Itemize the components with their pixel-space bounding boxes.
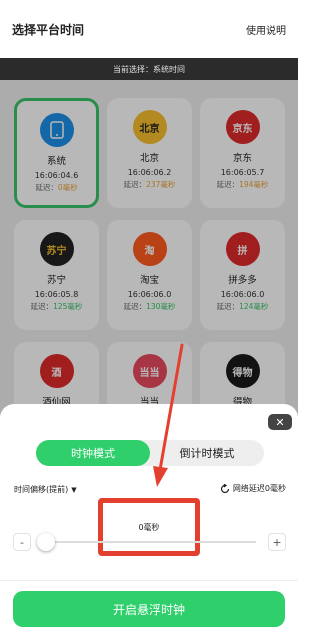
mode-toggle: 时钟模式 倒计时模式	[36, 440, 264, 466]
offset-slider-track[interactable]	[46, 541, 256, 543]
caret-down-icon: ▼	[71, 485, 77, 494]
refresh-icon	[220, 483, 230, 493]
offset-slider-thumb[interactable]	[37, 533, 55, 551]
offset-label-text: 时间偏移(提前)	[14, 485, 69, 494]
increase-button[interactable]: +	[268, 533, 286, 551]
close-icon: ✕	[275, 415, 285, 429]
network-delay-refresh[interactable]: 网络延迟0毫秒	[220, 483, 286, 494]
offset-value-highlight: 0毫秒	[98, 498, 200, 556]
tab-countdown-mode[interactable]: 倒计时模式	[150, 440, 264, 466]
offset-value-display: 0毫秒	[138, 522, 160, 532]
top-bar: 选择平台时间 使用说明	[0, 0, 298, 58]
start-floating-clock-button[interactable]: 开启悬浮时钟	[13, 591, 285, 627]
divider	[0, 580, 298, 581]
offset-dropdown[interactable]: 时间偏移(提前) ▼	[14, 484, 77, 495]
close-button[interactable]: ✕	[268, 414, 292, 430]
network-delay-label: 网络延迟0毫秒	[232, 484, 286, 493]
help-link[interactable]: 使用说明	[246, 22, 286, 37]
current-selection-bar: 当前选择：系统时间	[0, 58, 298, 80]
page-title: 选择平台时间	[12, 22, 85, 37]
decrease-button[interactable]: -	[13, 533, 31, 551]
tab-clock-mode[interactable]: 时钟模式	[36, 440, 150, 466]
